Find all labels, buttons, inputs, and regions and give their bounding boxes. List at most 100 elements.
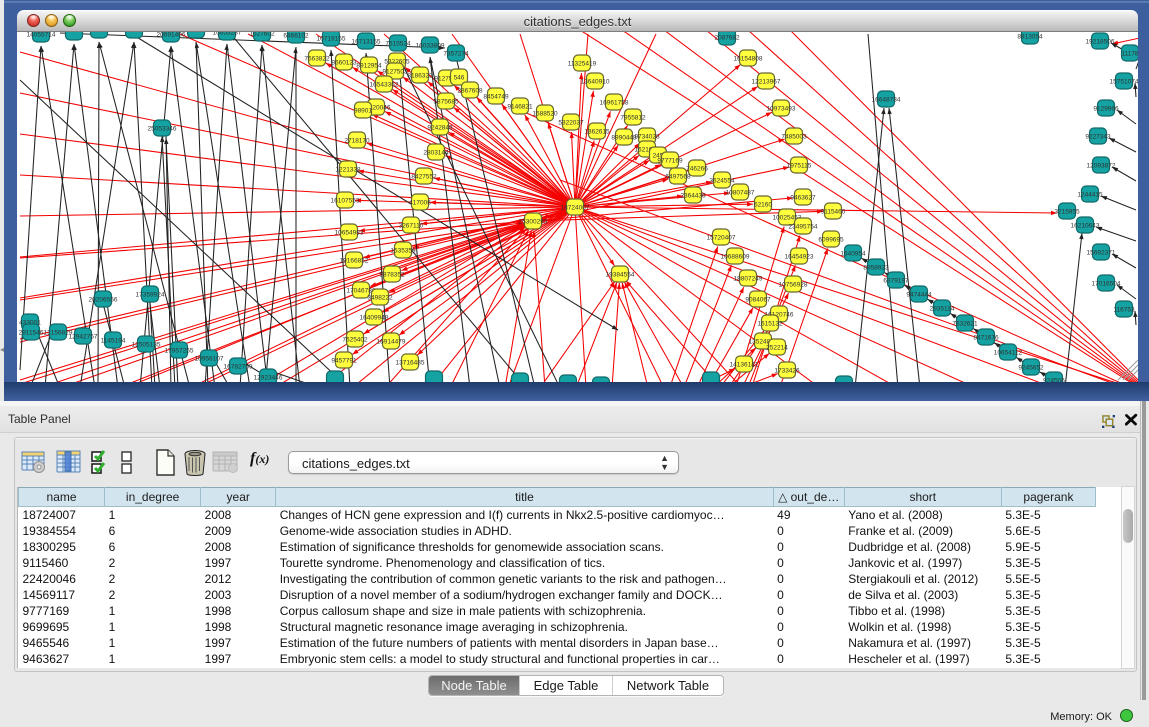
svg-text:25053346: 25053346 xyxy=(148,126,177,133)
svg-text:10654983: 10654983 xyxy=(335,230,364,237)
svg-text:19384554: 19384554 xyxy=(606,272,635,279)
svg-text:3624554: 3624554 xyxy=(709,178,735,185)
svg-text:10958107: 10958107 xyxy=(195,356,224,363)
svg-text:16713155: 16713155 xyxy=(352,39,381,46)
svg-text:7485003: 7485003 xyxy=(781,134,807,141)
svg-text:3498222: 3498222 xyxy=(367,295,393,302)
svg-text:6466102: 6466102 xyxy=(283,33,309,40)
svg-text:19166852: 19166852 xyxy=(340,258,369,265)
svg-text:417006: 417006 xyxy=(409,200,431,207)
svg-text:25300293: 25300293 xyxy=(519,219,548,226)
svg-text:2087682: 2087682 xyxy=(714,35,740,42)
svg-text:10807487: 10807487 xyxy=(726,190,755,197)
svg-text:7663822: 7663822 xyxy=(304,56,330,63)
svg-text:9115460: 9115460 xyxy=(821,209,846,216)
svg-text:11325419: 11325419 xyxy=(568,61,597,68)
svg-text:1535359: 1535359 xyxy=(390,248,416,255)
svg-text:16454923: 16454923 xyxy=(785,254,814,261)
svg-text:6379197: 6379197 xyxy=(883,278,909,285)
svg-text:10688609: 10688609 xyxy=(721,254,750,261)
svg-text:20206556: 20206556 xyxy=(89,297,118,304)
svg-text:5875685: 5875685 xyxy=(433,99,459,106)
svg-text:16033809: 16033809 xyxy=(416,43,445,50)
svg-text:546: 546 xyxy=(454,75,465,82)
svg-text:9463627: 9463627 xyxy=(790,195,816,202)
svg-text:1145194: 1145194 xyxy=(101,338,126,345)
svg-text:2718170: 2718170 xyxy=(344,138,370,145)
svg-text:2364436: 2364436 xyxy=(680,193,706,200)
svg-text:13716485: 13716485 xyxy=(396,360,425,367)
svg-text:16961758: 16961758 xyxy=(600,100,629,107)
svg-text:1362615: 1362615 xyxy=(584,129,610,136)
svg-text:9734028: 9734028 xyxy=(634,134,660,141)
svg-text:16782759: 16782759 xyxy=(224,364,253,371)
svg-text:20691406: 20691406 xyxy=(157,32,186,39)
svg-text:2935114: 2935114 xyxy=(930,306,955,313)
svg-text:252214: 252214 xyxy=(766,345,788,352)
svg-text:5322037: 5322037 xyxy=(558,120,584,127)
svg-text:746266: 746266 xyxy=(686,166,708,173)
svg-text:8958923: 8958923 xyxy=(863,265,889,272)
svg-text:8471676: 8471676 xyxy=(973,335,999,342)
svg-text:10719155: 10719155 xyxy=(317,36,346,43)
svg-text:7357274: 7357274 xyxy=(443,51,469,58)
svg-text:16914479: 16914479 xyxy=(377,339,406,346)
svg-text:7955812: 7955812 xyxy=(620,115,646,122)
svg-text:8912954: 8912954 xyxy=(356,63,382,70)
svg-text:9457791: 9457791 xyxy=(331,358,357,365)
svg-text:6497568: 6497568 xyxy=(665,174,691,181)
svg-text:10653287: 10653287 xyxy=(213,32,242,37)
svg-text:19218506: 19218506 xyxy=(1086,39,1115,46)
svg-text:7515524: 7515524 xyxy=(385,41,411,48)
svg-text:15751074: 15751074 xyxy=(1110,79,1138,86)
svg-text:5878352: 5878352 xyxy=(379,272,405,279)
svg-text:1615132: 1615132 xyxy=(757,321,783,328)
svg-text:62160: 62160 xyxy=(754,202,772,209)
svg-text:8660123: 8660123 xyxy=(331,60,357,67)
svg-text:11178: 11178 xyxy=(1121,51,1138,58)
svg-text:9242848: 9242848 xyxy=(427,125,453,132)
svg-text:2803144: 2803144 xyxy=(423,150,449,157)
svg-text:8454749: 8454749 xyxy=(483,94,509,101)
svg-text:15692371: 15692371 xyxy=(1087,250,1116,257)
svg-text:15720407: 15720407 xyxy=(707,235,736,242)
svg-text:8186323: 8186323 xyxy=(407,73,433,80)
svg-text:7625402: 7625402 xyxy=(342,337,368,344)
svg-text:2867608: 2867608 xyxy=(457,88,483,95)
svg-text:9474444: 9474444 xyxy=(906,292,932,299)
svg-text:14136141: 14136141 xyxy=(730,362,759,369)
svg-text:9127503: 9127503 xyxy=(382,69,408,76)
svg-text:9084067: 9084067 xyxy=(745,297,771,304)
svg-text:16210643: 16210643 xyxy=(1071,223,1100,230)
svg-text:10756928: 10756928 xyxy=(779,282,808,289)
svg-text:18807249: 18807249 xyxy=(734,276,763,283)
svg-text:14055714: 14055714 xyxy=(27,32,56,39)
svg-text:2911546: 2911546 xyxy=(19,330,44,337)
svg-text:23495754: 23495754 xyxy=(789,224,818,231)
svg-text:12942757: 12942757 xyxy=(69,334,98,341)
svg-text:16409948: 16409948 xyxy=(360,315,389,322)
svg-text:6099695: 6099695 xyxy=(818,237,844,244)
svg-text:9777169: 9777169 xyxy=(657,158,683,165)
svg-text:116753: 116753 xyxy=(1113,307,1135,314)
svg-text:8427552: 8427552 xyxy=(411,174,437,181)
svg-text:9227343: 9227343 xyxy=(1085,134,1111,141)
svg-text:1221338: 1221338 xyxy=(335,167,361,174)
svg-text:9146821: 9146821 xyxy=(507,104,533,111)
svg-text:16154808: 16154808 xyxy=(734,56,763,63)
svg-text:18724007: 18724007 xyxy=(561,205,590,212)
svg-text:10654112: 10654112 xyxy=(994,350,1023,357)
svg-text:17016504: 17016504 xyxy=(1092,281,1121,288)
svg-text:1640954: 1640954 xyxy=(840,251,866,258)
svg-text:12093872: 12093872 xyxy=(1087,163,1116,170)
svg-text:16543362: 16543362 xyxy=(370,82,399,89)
svg-text:3267110: 3267110 xyxy=(399,223,424,230)
svg-text:8990448: 8990448 xyxy=(611,135,637,142)
svg-text:17359924: 17359924 xyxy=(136,292,165,299)
svg-text:13640910: 13640910 xyxy=(581,79,610,86)
svg-text:8813054: 8813054 xyxy=(1017,34,1043,41)
svg-text:10973493: 10973493 xyxy=(767,106,796,113)
svg-text:9245652: 9245652 xyxy=(1018,365,1044,372)
svg-text:1733426: 1733426 xyxy=(774,368,800,375)
svg-text:98901: 98901 xyxy=(354,108,372,115)
